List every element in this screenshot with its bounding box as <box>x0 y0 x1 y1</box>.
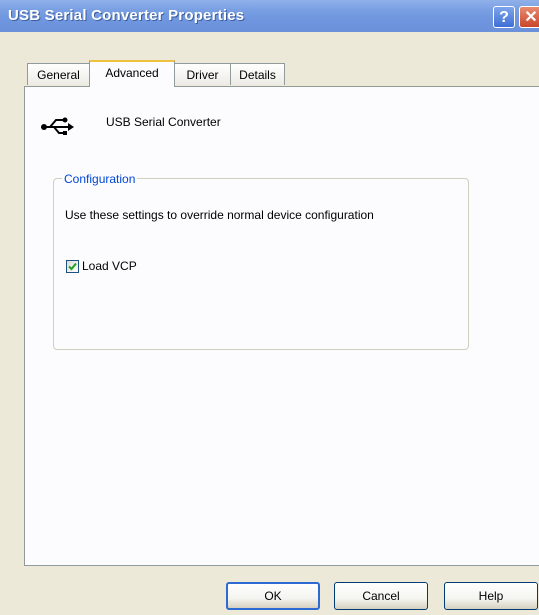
tab-driver[interactable]: Driver <box>174 63 231 85</box>
help-button[interactable]: Help <box>444 582 538 610</box>
configuration-description: Use these settings to override normal de… <box>65 208 374 222</box>
tab-general[interactable]: General <box>27 63 90 85</box>
device-name: USB Serial Converter <box>106 115 221 129</box>
title-bar[interactable]: USB Serial Converter Properties ? ✕ <box>0 0 539 32</box>
load-vcp-label[interactable]: Load VCP <box>82 259 137 273</box>
usb-icon <box>41 117 74 135</box>
tab-advanced[interactable]: Advanced <box>89 60 175 87</box>
checkmark-icon <box>68 262 77 271</box>
close-icon[interactable]: ✕ <box>519 6 539 28</box>
ok-button[interactable]: OK <box>226 582 320 610</box>
properties-window: USB Serial Converter Properties ? ✕ Gene… <box>0 0 539 615</box>
window-title: USB Serial Converter Properties <box>8 7 245 24</box>
load-vcp-checkbox[interactable] <box>66 260 79 273</box>
help-icon[interactable]: ? <box>493 6 515 28</box>
cancel-button[interactable]: Cancel <box>334 582 428 610</box>
tab-details[interactable]: Details <box>230 63 285 85</box>
configuration-group-label: Configuration <box>62 172 138 186</box>
